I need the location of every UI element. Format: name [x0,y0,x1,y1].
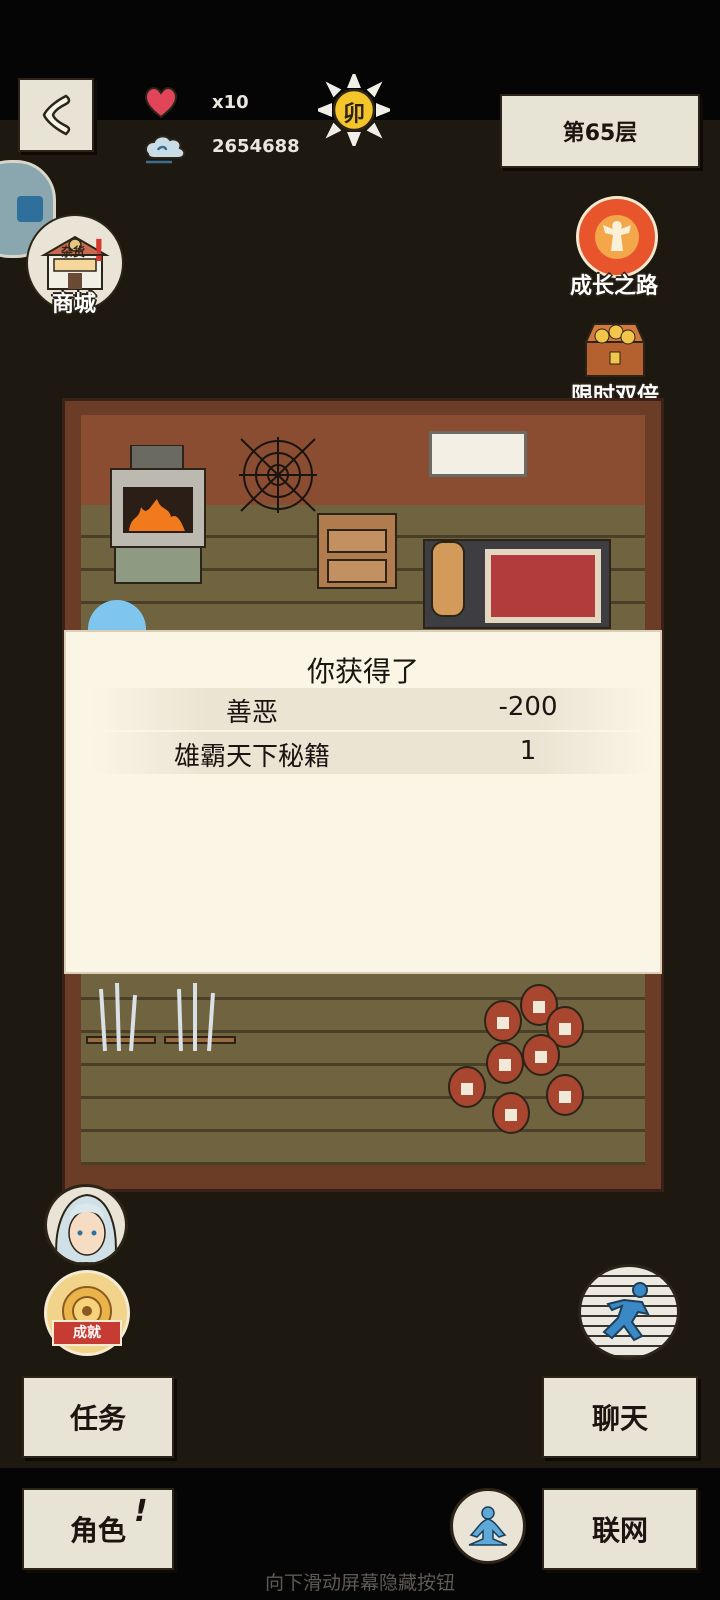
back-button[interactable] [18,78,94,152]
cloud-currency-icon [142,132,188,170]
character-avatar[interactable] [44,1184,128,1266]
back-arrow-icon [42,94,71,136]
reward-row: 善恶 -200 [92,688,652,730]
wine-jars-icon [443,983,591,1147]
shop-alert-icon: ! [92,234,106,269]
reward-value: 1 [519,736,537,766]
dialog-title: 你获得了 [306,655,419,688]
stove-icon [109,444,207,585]
growth-road-label[interactable]: 成长之路 [560,268,668,300]
reward-value: -200 [498,692,558,722]
role-alert-badge: ! [134,1494,148,1529]
currency-value: 2654688 [212,136,300,157]
heart-icon [144,86,178,124]
shop-label[interactable]: 商城 [36,286,112,318]
task-button[interactable]: 任务 [22,1376,174,1458]
achievement-label[interactable]: 成就 [52,1320,122,1346]
weapon-rack-icon [85,981,245,1065]
floor-indicator: 第65层 [500,94,700,168]
meditate-icon[interactable] [450,1488,526,1564]
role-button-label: 角色 [69,1514,126,1547]
lives-count: x10 [212,92,249,113]
run-icon[interactable] [578,1264,680,1360]
time-badge-label: 卯 [342,102,365,127]
chat-button[interactable]: 聊天 [542,1376,698,1458]
reward-name: 雄霸天下秘籍 [173,742,330,772]
treasure-chest-icon[interactable] [578,312,652,384]
role-button[interactable]: 角色 ! [22,1488,174,1570]
reward-row: 雄霸天下秘籍 1 [92,732,652,774]
hide-buttons-hint: 向下滑动屏幕隐藏按钮 [264,1572,455,1594]
growth-road-icon[interactable] [576,196,658,278]
network-button[interactable]: 联网 [542,1488,698,1570]
bed-icon [423,539,611,629]
window-icon [429,431,527,477]
dresser-icon [317,513,397,589]
spider-web-icon [237,435,319,519]
reward-name: 善恶 [225,698,278,728]
reward-dialog[interactable]: 你获得了 善恶 -200 雄霸天下秘籍 1 [64,630,662,974]
sun-time-icon[interactable]: 卯 [318,74,390,146]
